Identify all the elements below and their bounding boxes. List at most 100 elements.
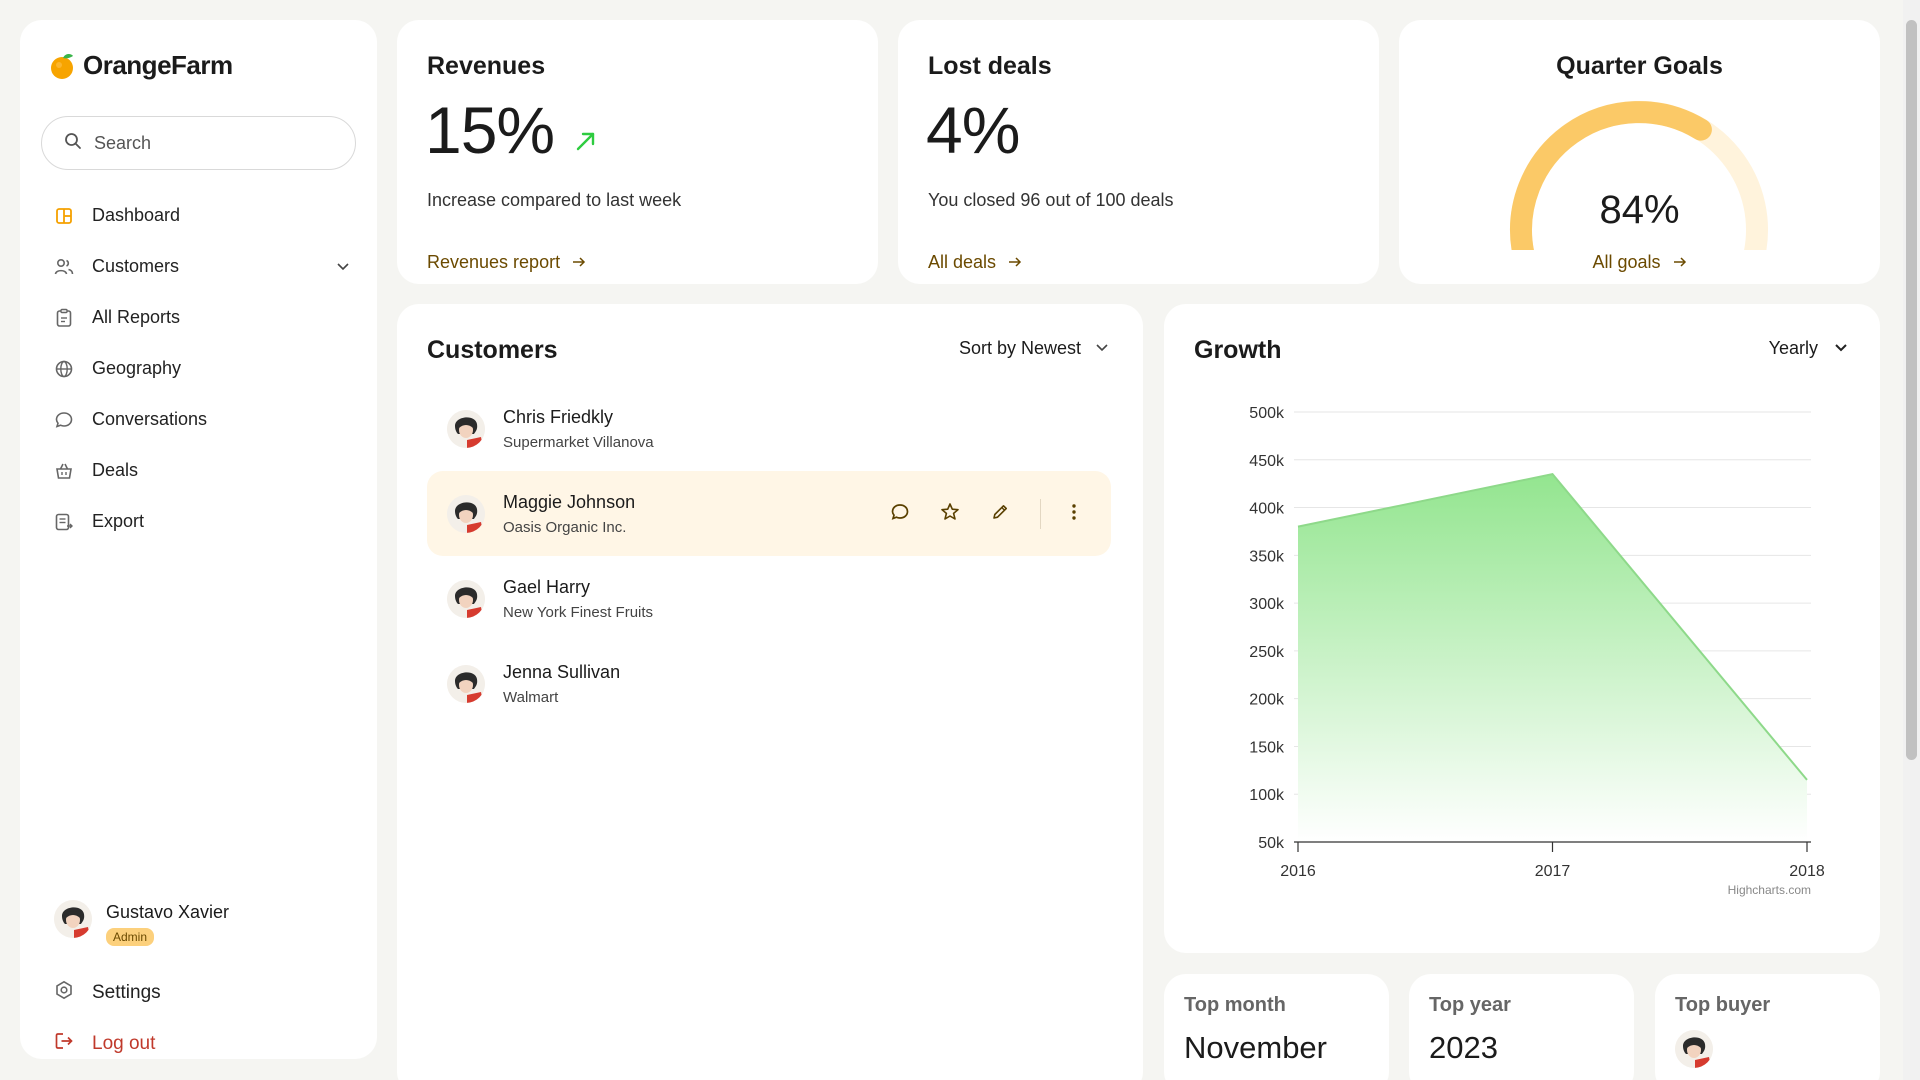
- avatar: [447, 579, 485, 618]
- chevron-down-icon: [1095, 338, 1109, 359]
- customer-company: Supermarket Villanova: [503, 433, 654, 451]
- sidebar-item-geography[interactable]: Geography: [54, 343, 354, 394]
- top-year-card: Top year 2023: [1409, 974, 1634, 1080]
- all-deals-label: All deals: [928, 252, 997, 272]
- sidebar-item-customers[interactable]: Customers: [54, 241, 354, 292]
- customer-name: Gael Harry: [503, 576, 591, 597]
- sidebar-item-label: Export: [92, 511, 145, 531]
- arrow-right-icon: [572, 252, 586, 273]
- export-icon: [54, 512, 74, 532]
- revenues-subtitle: Increase compared to last week: [427, 190, 682, 210]
- dashboard-icon: [54, 206, 74, 226]
- top-year-value: 2023: [1429, 1030, 1498, 1065]
- all-goals-link[interactable]: All goals: [1399, 252, 1880, 273]
- logout-label: Log out: [92, 1033, 156, 1054]
- user-name: Gustavo Xavier: [106, 902, 230, 922]
- avatar: [1675, 1030, 1713, 1068]
- chart-credit: Highcharts.com: [1728, 883, 1811, 897]
- revenues-title: Revenues: [427, 52, 546, 80]
- top-buyer-card: Top buyer: [1655, 974, 1880, 1080]
- sidebar: OrangeFarm Search Dashboard Customers Al…: [20, 20, 377, 1059]
- x-tick-label: 2017: [1535, 863, 1571, 880]
- users-icon: [54, 257, 74, 277]
- y-tick-label: 500k: [1249, 405, 1285, 422]
- lost-deals-value: 4%: [926, 92, 1020, 168]
- sidebar-item-label: Conversations: [92, 409, 208, 429]
- settings-button[interactable]: Settings: [54, 980, 161, 1006]
- logout-icon: [54, 1031, 74, 1057]
- all-goals-label: All goals: [1592, 252, 1661, 272]
- sidebar-item-deals[interactable]: Deals: [54, 445, 354, 496]
- search-icon: [64, 132, 82, 155]
- lost-deals-subtitle: You closed 96 out of 100 deals: [928, 190, 1174, 210]
- all-deals-link[interactable]: All deals: [928, 252, 1022, 273]
- gear-icon: [54, 980, 74, 1006]
- y-tick-label: 200k: [1249, 692, 1285, 709]
- growth-card: Growth Yearly 50k 100k 150k 200k 250k 300k 350…: [1164, 304, 1880, 953]
- quarter-goals-card: Quarter Goals 84% All goals: [1399, 20, 1880, 284]
- divider: [1040, 499, 1041, 529]
- arrow-right-icon: [1673, 252, 1687, 273]
- customers-card: Customers Sort by Newest Chris Friedkly …: [397, 304, 1143, 1080]
- pencil-icon[interactable]: [990, 502, 1010, 527]
- top-month-card: Top month November: [1164, 974, 1389, 1080]
- sidebar-item-dashboard[interactable]: Dashboard: [54, 190, 354, 241]
- chat-icon[interactable]: [890, 502, 910, 527]
- sidebar-item-label: All Reports: [92, 307, 181, 327]
- list-item[interactable]: Gael Harry New York Finest Fruits: [427, 556, 1111, 641]
- sidebar-item-label: Deals: [92, 460, 139, 480]
- revenues-report-link[interactable]: Revenues report: [427, 252, 586, 273]
- revenues-card: Revenues 15% Increase compared to last w…: [397, 20, 878, 284]
- app-logo[interactable]: OrangeFarm: [49, 50, 233, 81]
- y-tick-label: 150k: [1249, 739, 1285, 756]
- customer-name: Maggie Johnson: [503, 491, 636, 512]
- avatar: [54, 900, 92, 938]
- y-tick-label: 100k: [1249, 787, 1285, 804]
- x-tick-label: 2018: [1789, 863, 1825, 880]
- growth-chart: 50k 100k 150k 200k 250k 300k 350k 400k 450k 500k 2…: [1249, 405, 1825, 897]
- globe-icon: [54, 359, 74, 379]
- top-month-label: Top month: [1184, 994, 1286, 1016]
- y-tick-label: 400k: [1249, 501, 1285, 518]
- customers-title: Customers: [427, 336, 558, 364]
- sidebar-item-all-reports[interactable]: All Reports: [54, 292, 354, 343]
- quarter-goals-value: 84%: [1599, 188, 1680, 232]
- search-input[interactable]: Search: [41, 116, 356, 170]
- page-scrollbar[interactable]: [1903, 0, 1920, 1080]
- y-tick-label: 350k: [1249, 548, 1285, 565]
- y-tick-label: 250k: [1249, 644, 1285, 661]
- scrollbar-thumb[interactable]: [1906, 20, 1917, 760]
- lost-deals-percent: 4%: [926, 93, 1020, 167]
- sort-dropdown[interactable]: Sort by Newest: [959, 338, 1109, 359]
- customer-company: Walmart: [503, 688, 559, 706]
- customer-list: Chris Friedkly Supermarket Villanova Mag…: [427, 386, 1111, 726]
- customer-company: New York Finest Fruits: [503, 603, 654, 621]
- x-tick-label: 2016: [1280, 863, 1316, 880]
- customer-company: Oasis Organic Inc.: [503, 518, 627, 536]
- list-item[interactable]: Maggie Johnson Oasis Organic Inc.: [427, 471, 1111, 556]
- sidebar-item-conversations[interactable]: Conversations: [54, 394, 354, 445]
- list-item[interactable]: Jenna Sullivan Walmart: [427, 641, 1111, 726]
- arrow-right-icon: [1008, 252, 1022, 273]
- lost-deals-card: Lost deals 4% You closed 96 out of 100 d…: [898, 20, 1379, 284]
- list-item[interactable]: Chris Friedkly Supermarket Villanova: [427, 386, 1111, 471]
- user-profile[interactable]: Gustavo Xavier Admin: [54, 900, 229, 946]
- sidebar-item-label: Geography: [92, 358, 182, 378]
- row-actions: [890, 499, 1077, 529]
- role-badge: Admin: [106, 928, 155, 946]
- avatar: [447, 409, 485, 448]
- app-name: OrangeFarm: [83, 50, 233, 80]
- sort-label: Sort by Newest: [958, 338, 1081, 358]
- logout-button[interactable]: Log out: [54, 1031, 155, 1057]
- revenues-report-label: Revenues report: [427, 252, 561, 272]
- sidebar-item-export[interactable]: Export: [54, 496, 354, 547]
- y-tick-label: 50k: [1258, 835, 1285, 852]
- top-month-value: November: [1184, 1030, 1327, 1065]
- more-vertical-icon[interactable]: [1071, 502, 1077, 527]
- chevron-down-icon[interactable]: [336, 257, 350, 278]
- avatar: [447, 494, 485, 533]
- chat-icon: [54, 410, 74, 430]
- star-icon[interactable]: [940, 502, 960, 527]
- lost-deals-title: Lost deals: [928, 52, 1052, 80]
- orange-logo-icon: [49, 52, 77, 80]
